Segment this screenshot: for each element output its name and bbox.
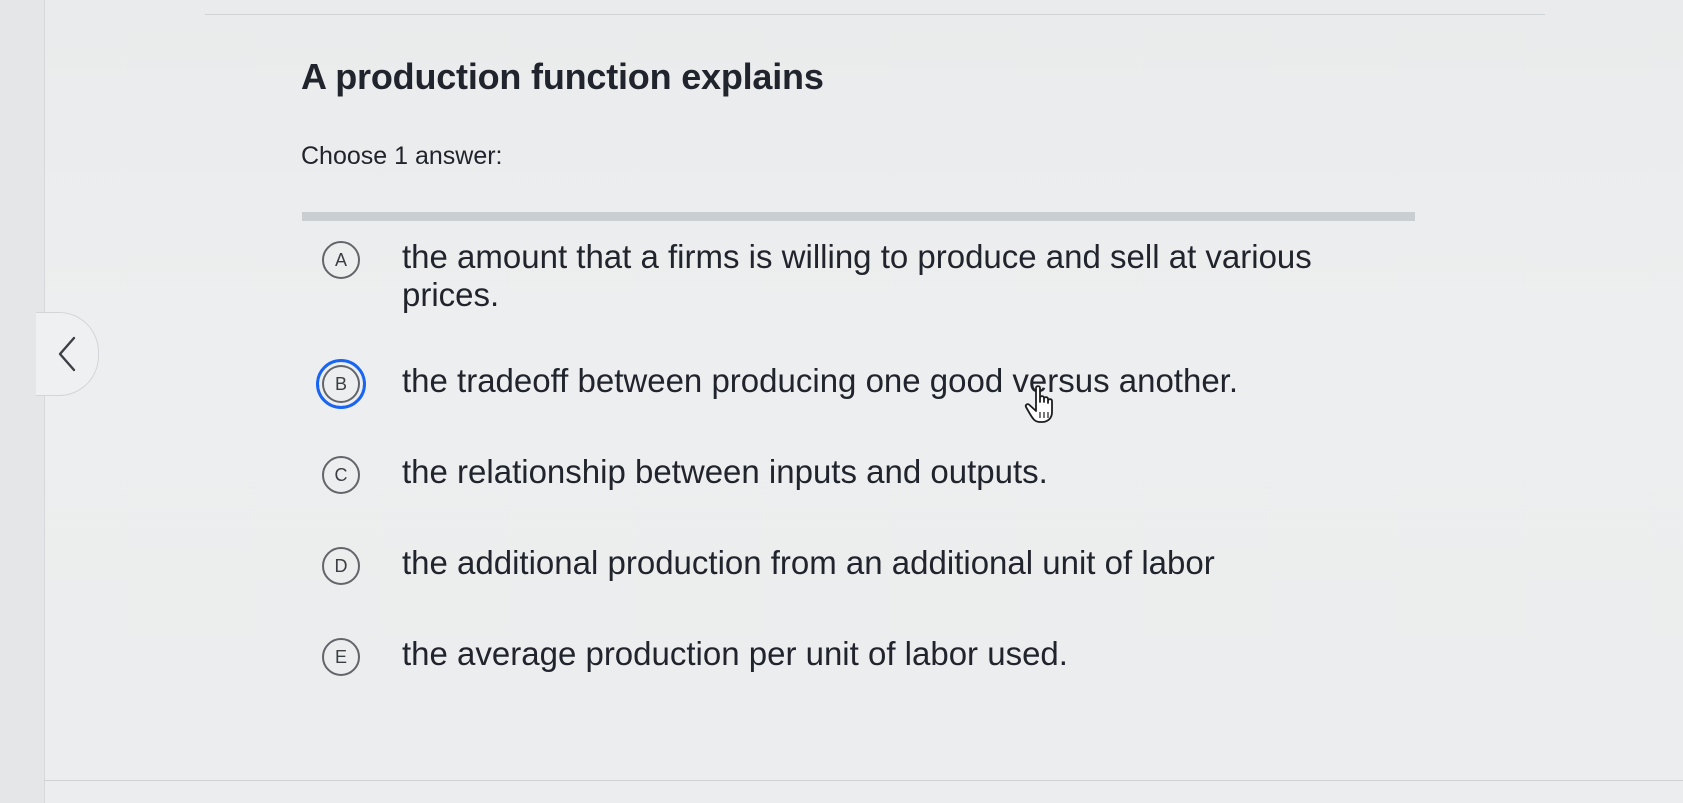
- choice-e-text: the average production per unit of labor…: [402, 635, 1068, 672]
- choice-d-text: the additional production from an additi…: [402, 544, 1215, 581]
- top-divider: [205, 14, 1545, 15]
- choice-c-letter: C: [322, 456, 360, 494]
- choice-e-letter: E: [322, 638, 360, 676]
- choice-a-letter: A: [322, 241, 360, 279]
- previous-button[interactable]: [36, 312, 99, 396]
- choice-d-letter: D: [322, 547, 360, 585]
- choice-c-text: the relationship between inputs and outp…: [402, 453, 1048, 490]
- choice-a[interactable]: A the amount that a firms is willing to …: [322, 238, 1432, 314]
- chevron-left-icon: [58, 336, 76, 372]
- bottom-divider: [44, 780, 1683, 781]
- choice-a-text: the amount that a firms is willing to pr…: [402, 238, 1312, 313]
- choice-c[interactable]: C the relationship between inputs and ou…: [322, 453, 1432, 494]
- question-title: A production function explains: [301, 56, 824, 97]
- choice-b[interactable]: B the tradeoff between producing one goo…: [316, 359, 1432, 409]
- left-edge-panel: [0, 0, 45, 803]
- choices-divider: [302, 212, 1415, 221]
- choice-b-text: the tradeoff between producing one good …: [402, 362, 1239, 399]
- choice-b-letter: B: [316, 359, 366, 409]
- choice-d[interactable]: D the additional production from an addi…: [322, 544, 1432, 585]
- choice-e[interactable]: E the average production per unit of lab…: [322, 635, 1432, 676]
- choose-instruction: Choose 1 answer:: [301, 142, 503, 170]
